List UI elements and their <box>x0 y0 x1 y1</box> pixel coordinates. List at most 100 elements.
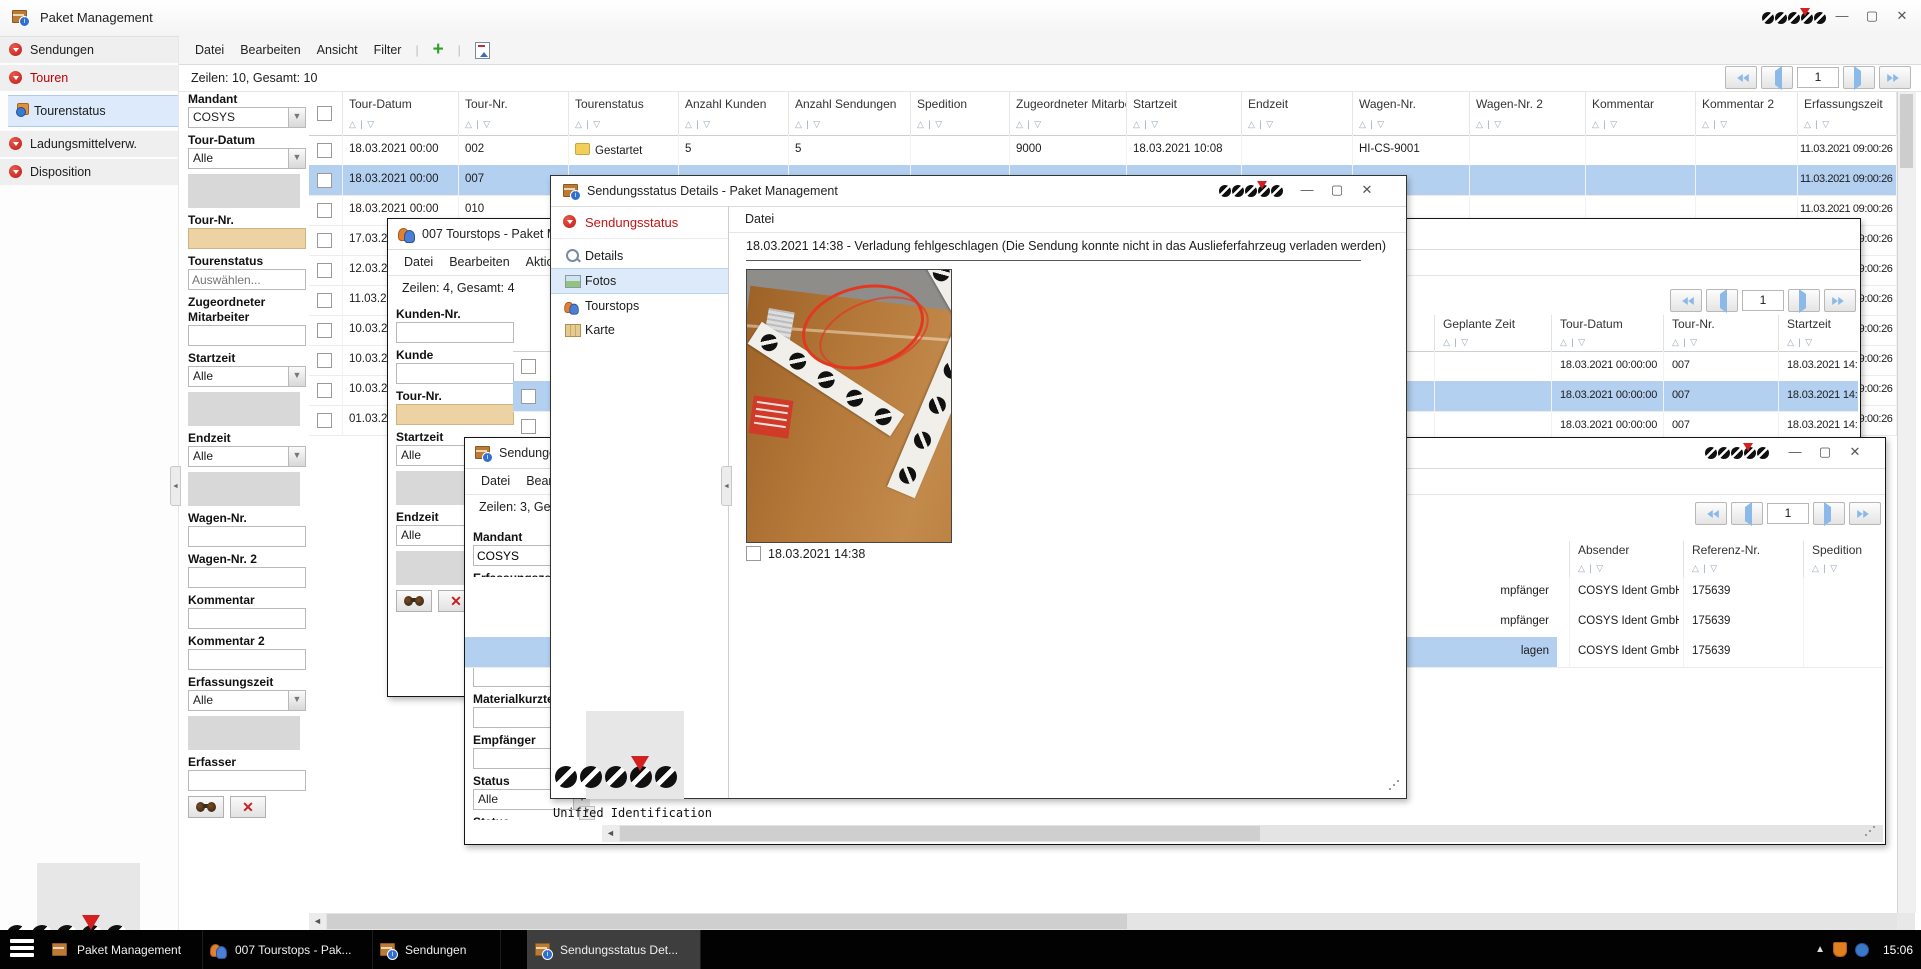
maximize-button[interactable]: ▢ <box>1860 8 1884 24</box>
main-first-page-button[interactable] <box>1725 66 1757 89</box>
maximize-button[interactable]: ▢ <box>1325 182 1349 198</box>
filter-select-11[interactable]: Alle▼ <box>188 690 306 711</box>
filter-select-5[interactable]: Alle▼ <box>188 366 306 387</box>
filter-input-9[interactable] <box>192 610 302 627</box>
tourstops-first-page-button[interactable] <box>1670 289 1702 312</box>
sort-controls[interactable]: △ | ▽ <box>1248 119 1274 130</box>
menu-item-datei[interactable]: Datei <box>195 43 224 57</box>
chevron-down-icon[interactable]: ▼ <box>288 108 305 127</box>
column-header[interactable]: Endzeit△ | ▽ <box>1242 92 1353 135</box>
sendungen-prev-page-button[interactable] <box>1731 502 1763 525</box>
calendar-collapsed-block[interactable] <box>188 472 300 506</box>
sidebar-item-ladungsmittelverw[interactable]: Ladungsmittelverw. <box>0 131 178 157</box>
column-header[interactable]: Referenz-Nr.△ | ▽ <box>1683 541 1797 577</box>
row-checkbox[interactable] <box>317 233 332 248</box>
column-header[interactable]: Absender△ | ▽ <box>1569 541 1679 577</box>
nav-item-karte[interactable]: Karte <box>551 318 728 342</box>
filter-input-4[interactable] <box>192 327 302 344</box>
sort-controls[interactable]: △ | ▽ <box>1692 563 1718 574</box>
export-icon[interactable] <box>475 42 490 59</box>
search-button[interactable] <box>396 590 432 612</box>
sort-controls[interactable]: △ | ▽ <box>1578 563 1604 574</box>
sort-controls[interactable]: △ | ▽ <box>465 119 491 130</box>
select-all-checkbox[interactable] <box>317 106 332 121</box>
sort-controls[interactable]: △ | ▽ <box>1702 119 1728 130</box>
collapse-panel-handle[interactable]: ◄ <box>170 466 181 506</box>
column-header[interactable]: Zugeordneter Mitarbeiter△ | ▽ <box>1010 92 1127 135</box>
filter-select-0[interactable]: COSYS▼ <box>188 107 306 128</box>
start-menu-button[interactable] <box>10 939 34 960</box>
details-titlebar[interactable]: i Sendungsstatus Details - Paket Managem… <box>551 176 1406 207</box>
filter-input-8[interactable] <box>192 569 302 586</box>
add-icon[interactable]: + <box>433 41 444 59</box>
sort-controls[interactable]: △ | ▽ <box>1812 563 1838 574</box>
filter-select-6[interactable]: Alle▼ <box>188 446 306 467</box>
sort-controls[interactable]: △ | ▽ <box>1787 337 1813 348</box>
filter-input-2[interactable] <box>400 406 510 423</box>
row-checkbox[interactable] <box>317 203 332 218</box>
tray-expand-icon[interactable]: ▲ <box>1815 944 1825 955</box>
minimize-button[interactable]: — <box>1830 8 1854 23</box>
menu-item-datei[interactable]: Datei <box>745 212 774 226</box>
filter-input-10[interactable] <box>192 651 302 668</box>
sort-controls[interactable]: △ | ▽ <box>917 119 943 130</box>
row-checkbox[interactable] <box>521 359 536 374</box>
taskbar-item-1[interactable]: Paket Management <box>44 930 203 969</box>
row-checkbox[interactable] <box>317 323 332 338</box>
column-header[interactable]: Tourenstatus△ | ▽ <box>569 92 679 135</box>
row-checkbox[interactable] <box>317 263 332 278</box>
resize-grip[interactable] <box>1393 784 1395 786</box>
network-icon[interactable] <box>1855 943 1869 957</box>
calendar-collapsed-block[interactable] <box>188 716 300 750</box>
tourstops-page-number[interactable]: 1 <box>1742 290 1784 311</box>
sendungen-last-page-button[interactable] <box>1849 502 1881 525</box>
sort-controls[interactable]: △ | ▽ <box>685 119 711 130</box>
column-header[interactable]: Spedition△ | ▽ <box>1803 541 1883 577</box>
sort-controls[interactable]: △ | ▽ <box>1804 119 1830 130</box>
nav-item-fotos[interactable]: Fotos <box>551 268 728 294</box>
main-page-number[interactable]: 1 <box>1797 67 1839 88</box>
filter-input-3[interactable] <box>192 271 302 288</box>
sort-controls[interactable]: △ | ▽ <box>1592 119 1618 130</box>
nav-item-details[interactable]: Details <box>551 244 728 268</box>
chevron-down-icon[interactable]: ▼ <box>288 691 305 710</box>
filter-input-7[interactable] <box>192 528 302 545</box>
menu-item-bearbeiten[interactable]: Bearbeiten <box>449 255 509 269</box>
resize-grip[interactable] <box>1869 830 1871 832</box>
close-button[interactable]: ✕ <box>1843 444 1867 460</box>
column-header[interactable]: Tour-Datum△ | ▽ <box>1551 315 1663 351</box>
column-header[interactable]: Anzahl Sendungen△ | ▽ <box>789 92 911 135</box>
chevron-down-icon[interactable]: ▼ <box>288 367 305 386</box>
search-button[interactable] <box>188 796 224 818</box>
row-checkbox[interactable] <box>521 389 536 404</box>
nav-item-tourstops[interactable]: Tourstops <box>551 294 728 318</box>
tourstops-last-page-button[interactable] <box>1824 289 1856 312</box>
sidebar-item-disposition[interactable]: Disposition <box>0 159 178 185</box>
row-checkbox[interactable] <box>317 293 332 308</box>
sort-controls[interactable]: △ | ▽ <box>1476 119 1502 130</box>
menu-item-datei[interactable]: Datei <box>404 255 433 269</box>
menu-item-bearbeiten[interactable]: Bearbeiten <box>240 43 300 57</box>
filter-input-12[interactable] <box>192 772 302 789</box>
row-checkbox[interactable] <box>317 383 332 398</box>
sendungen-next-page-button[interactable] <box>1813 502 1845 525</box>
sort-controls[interactable]: △ | ▽ <box>575 119 601 130</box>
column-header[interactable]: Kommentar 2△ | ▽ <box>1696 92 1798 135</box>
menu-item-ansicht[interactable]: Ansicht <box>317 43 358 57</box>
taskbar-item-2[interactable]: 007 Tourstops - Pak... <box>202 930 373 969</box>
main-prev-page-button[interactable] <box>1761 66 1793 89</box>
column-header[interactable]: Tour-Nr.△ | ▽ <box>459 92 569 135</box>
chevron-down-icon[interactable]: ▼ <box>288 149 305 168</box>
clear-filter-button[interactable]: ✕ <box>230 796 266 818</box>
row-checkbox[interactable] <box>521 419 536 434</box>
filter-input-1[interactable] <box>400 365 510 382</box>
sidebar-item-tourenstatus[interactable]: Tourenstatus <box>8 95 178 127</box>
table-row[interactable]: 18.03.2021 00:00002Gestartet55900018.03.… <box>309 135 1897 166</box>
tourstops-prev-page-button[interactable] <box>1706 289 1738 312</box>
minimize-button[interactable]: — <box>1295 182 1319 197</box>
column-header[interactable]: Wagen-Nr. 2△ | ▽ <box>1470 92 1586 135</box>
main-next-page-button[interactable] <box>1843 66 1875 89</box>
shield-icon[interactable] <box>1833 942 1847 957</box>
row-checkbox[interactable] <box>317 353 332 368</box>
filter-select-1[interactable]: Alle▼ <box>188 148 306 169</box>
